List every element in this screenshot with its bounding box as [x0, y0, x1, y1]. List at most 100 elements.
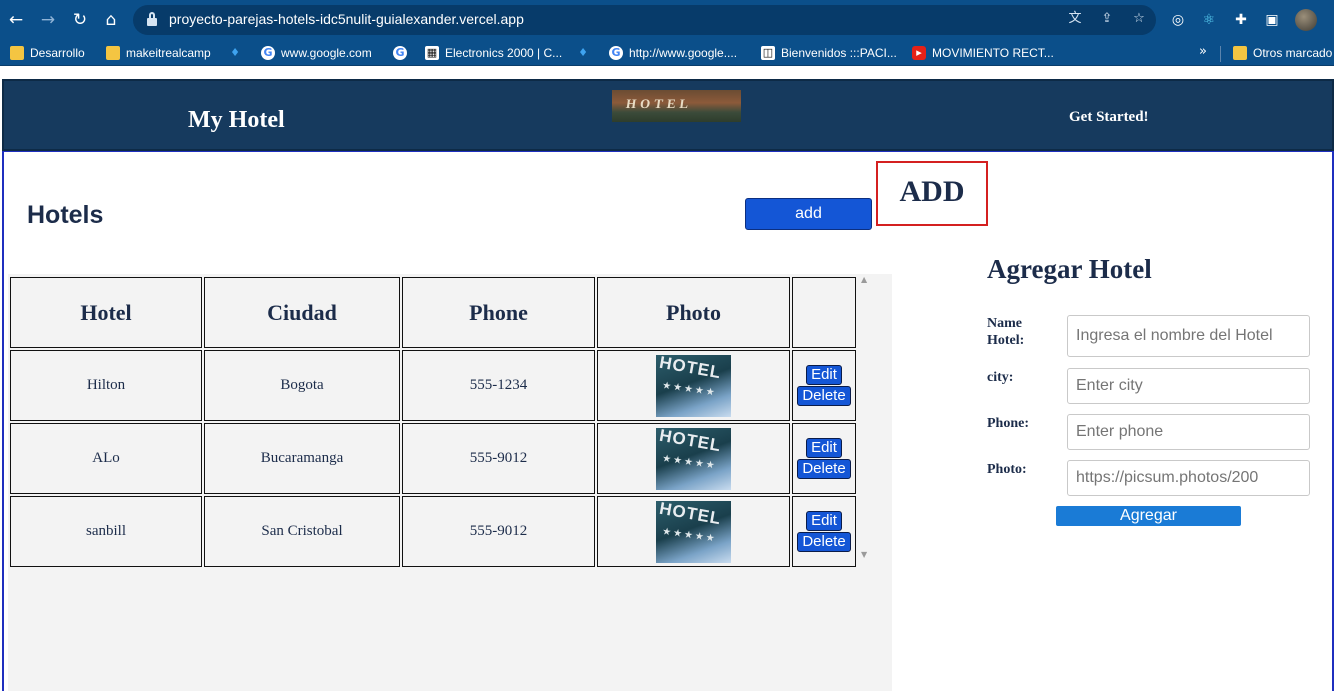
column-header-hotel: Hotel — [10, 277, 202, 348]
hotel-name-input[interactable] — [1067, 315, 1310, 357]
bookmark-twitter[interactable]: ♦ — [228, 44, 242, 62]
bookmarks-bar: Desarrollo makeitrealcamp ♦ Gwww.google.… — [0, 40, 1334, 66]
bookmark-electronics[interactable]: ▦ Electronics 2000 | C... — [425, 44, 562, 62]
folder-icon — [106, 46, 120, 60]
cell-phone: 555-9012 — [402, 496, 595, 567]
add-box-label: ADD — [899, 175, 965, 208]
reload-icon[interactable]: ↻ — [68, 8, 92, 32]
column-header-photo: Photo — [597, 277, 790, 348]
youtube-icon: ▸ — [912, 46, 926, 60]
column-header-ciudad: Ciudad — [204, 277, 400, 348]
cell-phone: 555-9012 — [402, 423, 595, 494]
site-header: My Hotel HOTEL Get Started! — [2, 79, 1334, 151]
bookmark-desarrollo[interactable]: Desarrollo — [10, 44, 85, 62]
cell-ciudad: San Cristobal — [204, 496, 400, 567]
edit-button[interactable]: Edit — [806, 438, 842, 458]
page-title: Hotels — [27, 201, 104, 229]
cell-ciudad: Bucaramanga — [204, 423, 400, 494]
bookmark-google[interactable]: Gwww.google.com — [261, 44, 372, 62]
twitter-icon: ♦ — [578, 46, 588, 59]
cell-ciudad: Bogota — [204, 350, 400, 421]
edit-button[interactable]: Edit — [806, 511, 842, 531]
table-row: ALo Bucaramanga 555-9012 HOTEL ★★★★★ Edi… — [10, 423, 856, 494]
delete-button[interactable]: Delete — [797, 459, 851, 479]
lock-icon[interactable] — [147, 12, 157, 26]
table-header-row: Hotel Ciudad Phone Photo — [10, 277, 856, 348]
column-header-actions — [792, 277, 856, 348]
scroll-down-arrow-icon[interactable]: ▼ — [861, 550, 867, 559]
folder-icon — [1233, 46, 1247, 60]
back-arrow-icon[interactable]: ← — [4, 8, 28, 32]
city-input[interactable] — [1067, 368, 1310, 404]
form-title: Agregar Hotel — [987, 254, 1152, 284]
photo-stars-icon: ★★★★★ — [661, 379, 718, 399]
folder-icon — [10, 46, 24, 60]
browser-toolbar: ← → ↻ ⌂ proyecto-parejas-hotels-idc5nuli… — [0, 0, 1334, 40]
web-page: My Hotel HOTEL Get Started! Hotels add A… — [0, 67, 1334, 691]
photo-stars-icon: ★★★★★ — [661, 525, 718, 545]
profile-avatar[interactable] — [1295, 9, 1317, 31]
cell-actions: Edit Delete — [792, 350, 856, 421]
star-icon[interactable]: ☆ — [1130, 10, 1148, 28]
phone-label: Phone: — [987, 416, 1029, 431]
hotel-logo-image: HOTEL — [612, 90, 741, 122]
name-hotel-label: Name Hotel: — [987, 316, 1025, 348]
bookmark-twitter-2[interactable]: ♦ — [576, 44, 590, 62]
translate-icon[interactable]: 文 — [1066, 10, 1084, 28]
cell-actions: Edit Delete — [792, 496, 856, 567]
hotel-photo: HOTEL ★★★★★ — [656, 427, 731, 490]
table-row: sanbill San Cristobal 555-9012 HOTEL ★★★… — [10, 496, 856, 567]
twitter-icon: ♦ — [230, 46, 240, 59]
phone-input[interactable] — [1067, 414, 1310, 450]
cell-hotel: sanbill — [10, 496, 202, 567]
home-icon[interactable]: ⌂ — [99, 8, 123, 32]
bookmark-bienvenidos[interactable]: ◫ Bienvenidos :::PACI... — [761, 44, 897, 62]
url-text[interactable]: proyecto-parejas-hotels-idc5nulit-guiale… — [169, 11, 524, 27]
cell-photo: HOTEL ★★★★★ — [597, 423, 790, 494]
brand-title[interactable]: My Hotel — [188, 107, 285, 134]
site-icon: ▦ — [425, 46, 439, 60]
delete-button[interactable]: Delete — [797, 386, 851, 406]
extension-circle-icon[interactable]: ◎ — [1168, 10, 1188, 30]
cell-hotel: Hilton — [10, 350, 202, 421]
bookmarks-overflow-icon[interactable]: » — [1199, 44, 1207, 59]
cell-actions: Edit Delete — [792, 423, 856, 494]
add-highlight-box: ADD — [876, 161, 988, 226]
cell-phone: 555-1234 — [402, 350, 595, 421]
scroll-up-arrow-icon[interactable]: ▲ — [861, 275, 867, 284]
delete-button[interactable]: Delete — [797, 532, 851, 552]
share-icon[interactable]: ⇪ — [1098, 10, 1116, 28]
photo-url-input[interactable] — [1067, 460, 1310, 496]
side-panel-icon[interactable]: ▣ — [1262, 10, 1282, 30]
bookmark-google-3[interactable]: Ghttp://www.google.... — [609, 44, 737, 62]
cell-photo: HOTEL ★★★★★ — [597, 350, 790, 421]
photo-sign-text: HOTEL — [657, 354, 723, 382]
edit-button[interactable]: Edit — [806, 365, 842, 385]
bookmark-google-2[interactable]: G — [393, 44, 407, 62]
hotel-photo: HOTEL ★★★★★ — [656, 354, 731, 417]
cell-photo: HOTEL ★★★★★ — [597, 496, 790, 567]
photo-sign-text: HOTEL — [657, 427, 723, 455]
hotels-table: Hotel Ciudad Phone Photo Hilton Bogota 5… — [8, 275, 858, 569]
google-icon: G — [609, 46, 623, 60]
react-devtools-icon[interactable]: ⚛ — [1199, 10, 1219, 30]
bookmark-otros[interactable]: Otros marcado — [1233, 44, 1332, 62]
google-icon: G — [261, 46, 275, 60]
google-icon: G — [393, 46, 407, 60]
puzzle-extensions-icon[interactable]: ✚ — [1231, 10, 1251, 30]
add-button[interactable]: add — [745, 198, 872, 230]
bookmark-movimiento[interactable]: ▸ MOVIMIENTO RECT... — [912, 44, 1054, 62]
hotel-photo: HOTEL ★★★★★ — [656, 500, 731, 563]
column-header-phone: Phone — [402, 277, 595, 348]
get-started-link[interactable]: Get Started! — [1069, 109, 1149, 126]
bookmarks-divider — [1220, 46, 1221, 62]
forward-arrow-icon[interactable]: → — [36, 8, 60, 32]
address-bar[interactable]: proyecto-parejas-hotels-idc5nulit-guiale… — [133, 5, 1156, 35]
photo-label: Photo: — [987, 462, 1027, 477]
bookmark-makeitrealcamp[interactable]: makeitrealcamp — [106, 44, 211, 62]
photo-stars-icon: ★★★★★ — [661, 452, 718, 472]
city-label: city: — [987, 370, 1014, 385]
agregar-button[interactable]: Agregar — [1056, 506, 1241, 526]
site-icon: ◫ — [761, 46, 775, 60]
cell-hotel: ALo — [10, 423, 202, 494]
